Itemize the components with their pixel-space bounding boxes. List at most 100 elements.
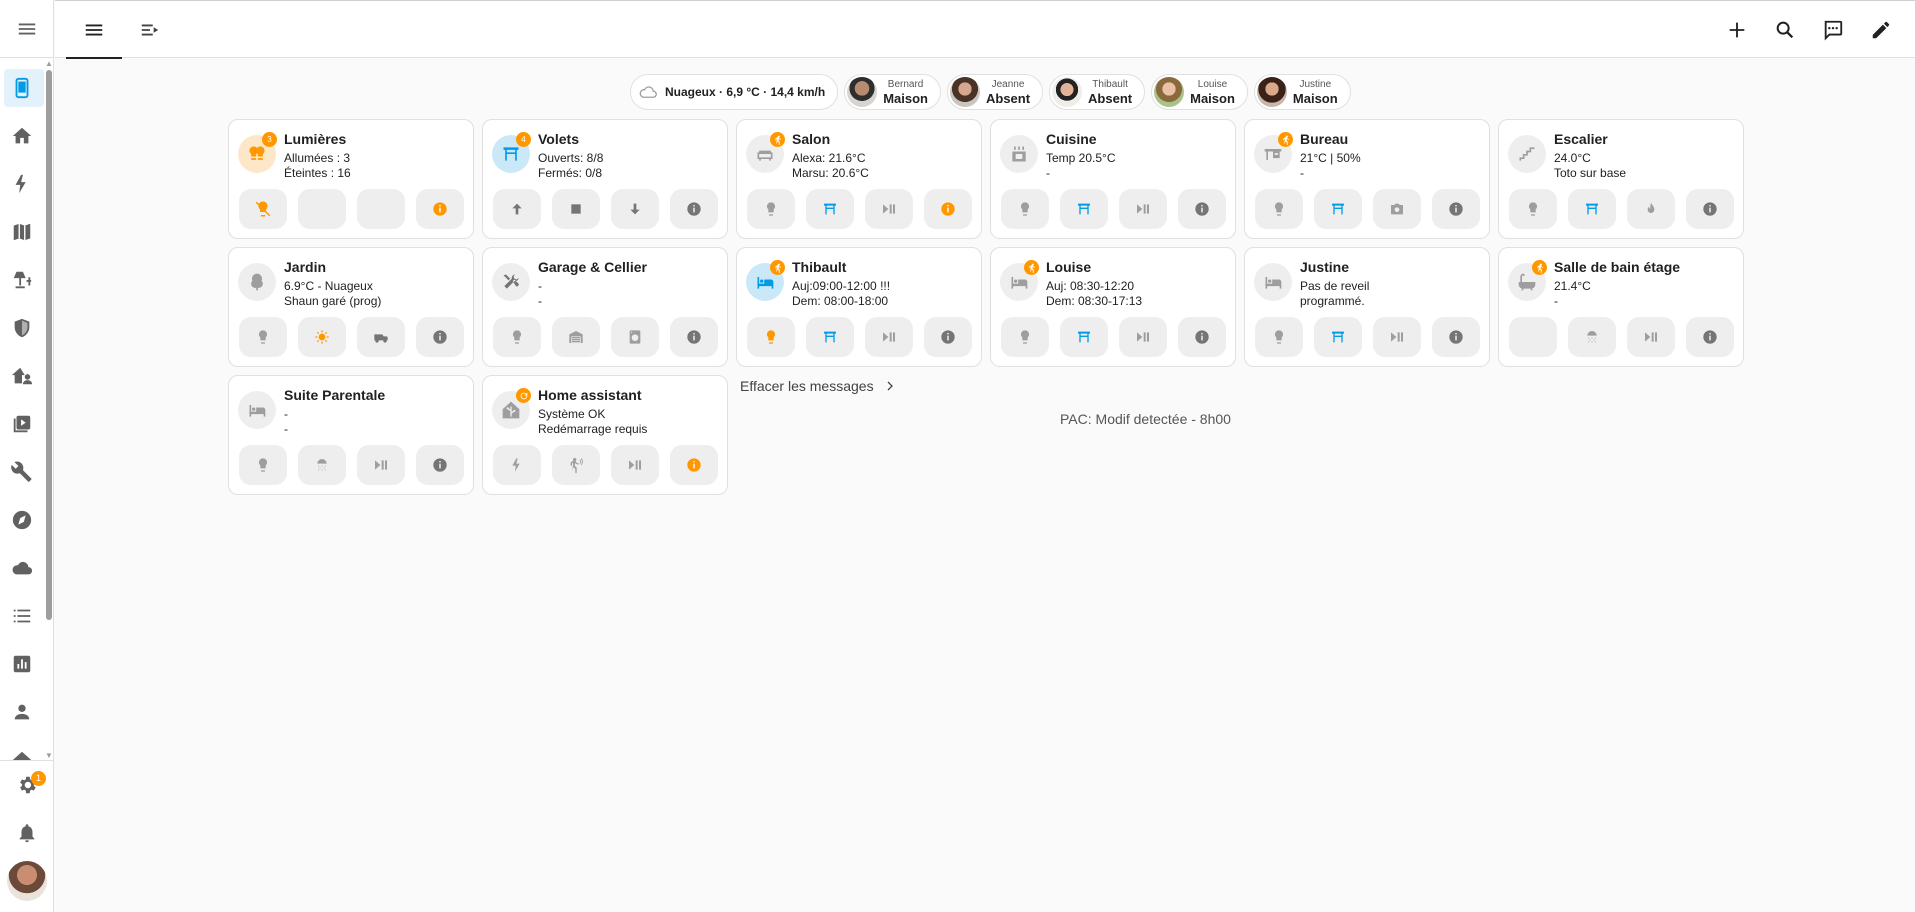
add-button[interactable] [1717,10,1757,50]
card-suite-parentale[interactable]: Suite Parentale - - [228,375,474,495]
washer-button[interactable] [611,317,659,357]
sidebar-item-media[interactable] [0,400,44,448]
person-badge-justine[interactable]: Justine Maison [1253,74,1351,110]
edit-button[interactable] [1861,10,1901,50]
card-salle-de-bain[interactable]: Salle de bain étage 21.4°C - [1498,247,1744,367]
card-thibault[interactable]: Thibault Auj:09:00-12:00 !!! Dem: 08:00-… [736,247,982,367]
card-jardin[interactable]: Jardin 6.9°C - Nuageux Shaun garé (prog) [228,247,474,367]
scroll-up-icon[interactable]: ▲ [45,60,53,68]
light-button[interactable] [493,317,541,357]
media-button[interactable] [1627,317,1675,357]
card-cuisine[interactable]: Cuisine Temp 20.5°C - [990,119,1236,239]
light-button[interactable] [1255,189,1303,229]
card-volets[interactable]: 4 Volets Ouverts: 8/8 Fermés: 0/8 [482,119,728,239]
sidebar-item-presence[interactable] [0,352,44,400]
shutter-button[interactable] [1060,317,1108,357]
info-button[interactable] [1686,317,1734,357]
light-button[interactable] [1001,317,1049,357]
tab-queue[interactable] [122,1,178,59]
light-button[interactable] [239,317,287,357]
shower-button[interactable] [1568,317,1616,357]
card-justine[interactable]: Justine Pas de reveil programmé. [1244,247,1490,367]
info-button[interactable] [416,317,464,357]
shutter-button[interactable] [1314,189,1362,229]
fire-button[interactable] [1627,189,1675,229]
info-button[interactable] [1686,189,1734,229]
shutter-button[interactable] [806,317,854,357]
sidebar-item-map[interactable] [0,208,44,256]
sidebar-item-lamp[interactable] [0,256,44,304]
info-button[interactable] [924,189,972,229]
sidebar-item-security[interactable] [0,304,44,352]
light-button[interactable] [239,445,287,485]
tab-dashboard[interactable] [66,1,122,59]
person-badge-jeanne[interactable]: Jeanne Absent [946,74,1044,110]
info-button[interactable] [670,189,718,229]
sidebar-item-tools[interactable] [0,448,44,496]
card-bureau[interactable]: Bureau 21°C | 50% - [1244,119,1490,239]
card-home-assistant[interactable]: Home assistant Système OK Redémarrage re… [482,375,728,495]
info-button[interactable] [416,445,464,485]
media-button[interactable] [1373,317,1421,357]
lights-off-button[interactable] [239,189,287,229]
info-button[interactable] [1432,317,1480,357]
sidebar-item-tablet[interactable] [0,64,44,112]
scrollbar-thumb[interactable] [46,70,52,620]
sidebar-item-explore[interactable] [0,496,44,544]
media-button[interactable] [865,317,913,357]
sidebar-item-person[interactable] [0,688,44,736]
shutters-down-button[interactable] [611,189,659,229]
shutter-button[interactable] [806,189,854,229]
sidebar-item-settings[interactable]: 1 [0,761,54,809]
garage-door-button[interactable] [552,317,600,357]
light-button[interactable] [747,189,795,229]
info-button[interactable] [1178,189,1226,229]
light-button[interactable] [1255,317,1303,357]
sidebar-item-energy[interactable] [0,160,44,208]
sidebar-item-home[interactable] [0,112,44,160]
media-button[interactable] [1119,189,1167,229]
shower-button[interactable] [298,445,346,485]
info-button[interactable] [924,317,972,357]
card-salon[interactable]: Salon Alexa: 21.6°C Marsu: 20.6°C [736,119,982,239]
sidebar-item-notifications[interactable] [0,809,54,857]
person-badge-thibault[interactable]: Thibault Absent [1049,74,1146,110]
card-escalier[interactable]: Escalier 24.0°C Toto sur base [1498,119,1744,239]
sidebar-item-home-outline[interactable] [0,736,44,760]
motion-button[interactable] [552,445,600,485]
mower-button[interactable] [357,317,405,357]
sidebar-item-weather[interactable] [0,544,44,592]
search-button[interactable] [1765,10,1805,50]
light-button[interactable] [1001,189,1049,229]
sidebar-item-logbook[interactable] [0,592,44,640]
clear-messages-link[interactable]: Effacer les messages [740,378,896,394]
empty-button[interactable] [298,189,346,229]
card-lumieres[interactable]: 3 Lumières Allumées : 3 Éteintes : 16 [228,119,474,239]
person-badge-bernard[interactable]: Bernard Maison [844,74,941,110]
media-button[interactable] [865,189,913,229]
media-button[interactable] [357,445,405,485]
info-button[interactable] [1178,317,1226,357]
empty-button[interactable] [1509,317,1557,357]
light-button[interactable] [747,317,795,357]
energy-button[interactable] [493,445,541,485]
info-button[interactable] [1432,189,1480,229]
assist-button[interactable] [1813,10,1853,50]
camera-button[interactable] [1373,189,1421,229]
shutter-button[interactable] [1060,189,1108,229]
empty-button[interactable] [357,189,405,229]
shutter-button[interactable] [1314,317,1362,357]
scroll-down-icon[interactable]: ▼ [45,752,53,760]
info-button[interactable] [670,445,718,485]
card-garage[interactable]: Garage & Cellier - - [482,247,728,367]
media-button[interactable] [1119,317,1167,357]
shutter-button[interactable] [1568,189,1616,229]
person-badge-louise[interactable]: Louise Maison [1151,74,1248,110]
light-button[interactable] [1509,189,1557,229]
sprinkler-button[interactable] [298,317,346,357]
sidebar-menu-button[interactable] [0,0,54,58]
shutters-up-button[interactable] [493,189,541,229]
weather-badge[interactable]: Nuageux · 6,9 °C · 14,4 km/h [630,74,839,110]
sidebar-item-profile[interactable] [0,857,54,905]
sidebar-scrollbar[interactable]: ▲ ▼ [44,60,54,760]
